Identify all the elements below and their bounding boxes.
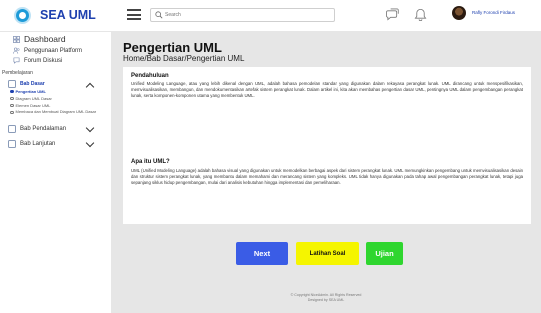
section-body: UML (Unified Modeling Language) adalah b… (131, 168, 523, 185)
sidebar-item-penggunaan[interactable]: Penggunaan Platform (13, 47, 82, 54)
sidebar-item-dashboard[interactable]: Dashboard (13, 34, 66, 44)
bell-icon[interactable] (414, 8, 427, 21)
section-title: Pendahuluan (131, 73, 169, 79)
footer: © Copyright NiceAdmin. All Rights Reserv… (111, 293, 541, 303)
sidebar-item-bab-pendalaman[interactable]: Bab Pendalaman (8, 125, 66, 133)
chevron-up-icon[interactable] (85, 82, 95, 92)
footer-credit: Designed by SEA UML (307, 298, 345, 302)
ujian-button[interactable]: Ujian (366, 242, 403, 265)
sidebar-item-label: Penggunaan Platform (24, 47, 83, 54)
bullet-icon (10, 103, 14, 108)
sidebar-item-label: Dashboard (24, 34, 66, 44)
sidebar-item-label: Forum Diskusi (24, 57, 63, 64)
page-title: Pengertian UML (123, 40, 222, 55)
sidebar-item-bab-lanjutan[interactable]: Bab Lanjutan (8, 140, 55, 148)
content-card: Pendahuluan Unified Modeling Language, a… (123, 67, 531, 224)
bullet-icon (10, 110, 14, 114)
user-name[interactable]: Rafly Forondi Firdaus (472, 10, 515, 15)
sidebar-item-label: Bab Pendalaman (20, 126, 67, 132)
bullet-icon (10, 89, 14, 94)
sidebar-item-label: Bab Lanjutan (20, 141, 56, 147)
section-body: Unified Modeling Language, atau yang leb… (131, 81, 523, 98)
book-icon (8, 140, 16, 148)
chevron-down-icon[interactable] (85, 123, 95, 133)
search-input[interactable] (165, 9, 330, 21)
sidebar-item-label: Bab Dasar (20, 81, 45, 87)
book-icon (8, 125, 16, 133)
chat-icon[interactable] (386, 8, 399, 21)
avatar[interactable] (452, 6, 466, 20)
brand-name[interactable]: SEA UML (40, 8, 96, 22)
breadcrumb[interactable]: Home/Bab Dasar/Pengertian UML (123, 54, 244, 63)
sidebar-item-bab-dasar[interactable]: Bab Dasar (8, 80, 45, 88)
sidebar-subitem-elemen[interactable]: Elemen Dasar UML (10, 103, 50, 108)
bullet-icon (10, 96, 14, 101)
users-icon (13, 47, 20, 54)
section-heading-pembelajaran: Pembelajaran (2, 70, 33, 76)
sidebar: Dashboard Penggunaan Platform Forum Disk… (0, 32, 110, 313)
chat-icon (13, 57, 20, 64)
section-title: Apa itu UML? (131, 159, 170, 165)
book-icon (8, 80, 16, 88)
sidebar-subitem-diagram[interactable]: Diagram UML Dasar (10, 96, 52, 101)
chevron-down-icon[interactable] (85, 138, 95, 148)
sidebar-subitem-pengertian[interactable]: Pengertian UML (10, 89, 46, 94)
top-header: SEA UML Rafly Forondi Firdaus (0, 0, 541, 32)
search-bar[interactable] (150, 8, 335, 22)
latihan-soal-button[interactable]: Latihan Soal (296, 242, 359, 265)
grid-icon (13, 35, 20, 43)
menu-toggle-icon[interactable] (127, 9, 141, 20)
main-content: Pengertian UML Home/Bab Dasar/Pengertian… (111, 32, 541, 313)
search-icon (155, 11, 163, 19)
sidebar-item-forum[interactable]: Forum Diskusi (13, 57, 62, 64)
next-button[interactable]: Next (236, 242, 288, 265)
sidebar-subitem-membaca[interactable]: Membaca dan Membuat Diagram UML Dasar (10, 109, 106, 115)
logo-icon (14, 7, 31, 24)
